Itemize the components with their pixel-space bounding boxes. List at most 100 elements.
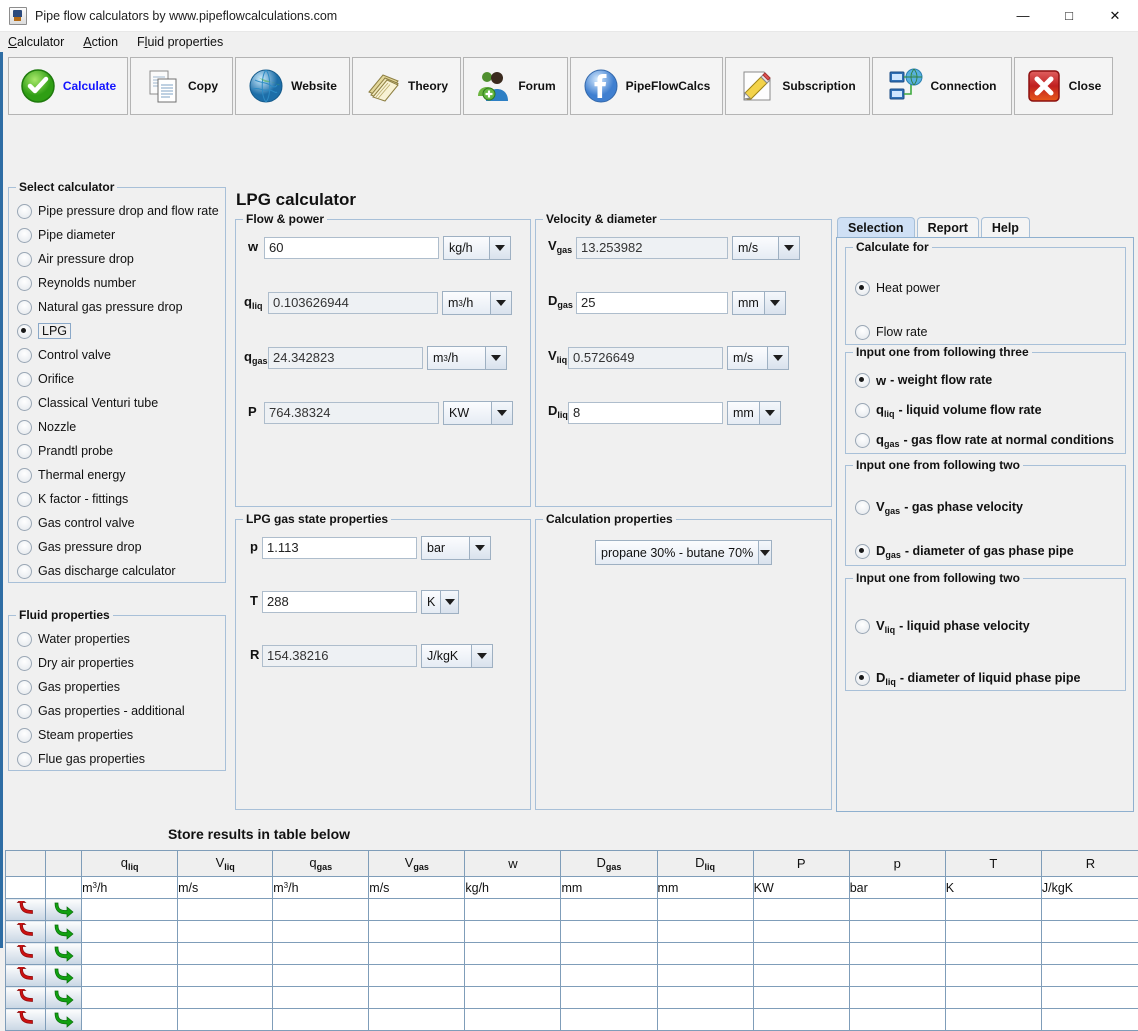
- input-q-liq[interactable]: 0.103626944: [268, 292, 438, 314]
- table-cell[interactable]: [178, 965, 273, 987]
- table-cell[interactable]: [561, 899, 657, 921]
- input-t[interactable]: 288: [262, 591, 417, 613]
- radio-pipe-diameter[interactable]: Pipe diameter: [17, 223, 221, 247]
- table-cell[interactable]: [945, 965, 1041, 987]
- radio-lpg[interactable]: LPG: [17, 319, 221, 343]
- menu-fluid-properties[interactable]: Fluid properties: [137, 35, 223, 49]
- toolbar-close-button[interactable]: Close: [1014, 57, 1113, 115]
- table-cell[interactable]: [1041, 1009, 1138, 1031]
- unit-select-v-gas[interactable]: m/s: [732, 236, 800, 260]
- table-cell[interactable]: [753, 965, 849, 987]
- radio-nozzle[interactable]: Nozzle: [17, 415, 221, 439]
- unit-select-w[interactable]: kg/h: [443, 236, 511, 260]
- table-cell[interactable]: [465, 899, 561, 921]
- input-p[interactable]: 1.113: [262, 537, 417, 559]
- unit-select-d-gas[interactable]: mm: [732, 291, 786, 315]
- table-cell[interactable]: [273, 987, 369, 1009]
- radio-gas-pressure-drop[interactable]: Gas pressure drop: [17, 535, 221, 559]
- radio-reynolds-number[interactable]: Reynolds number: [17, 271, 221, 295]
- table-cell[interactable]: [82, 943, 178, 965]
- table-cell[interactable]: [753, 1009, 849, 1031]
- table-cell[interactable]: [1041, 921, 1138, 943]
- radio-d-liq-diameter-of-liquid-phase-pipe[interactable]: Dliq- diameter of liquid phase pipe: [855, 652, 1121, 704]
- toolbar-pipeflowcalcs-button[interactable]: PipeFlowCalcs: [570, 57, 723, 115]
- restore-row-button[interactable]: [6, 1009, 46, 1031]
- radio-gas-discharge-calculator[interactable]: Gas discharge calculator: [17, 559, 221, 583]
- table-cell[interactable]: [178, 943, 273, 965]
- table-cell[interactable]: [753, 921, 849, 943]
- radio-steam-properties[interactable]: Steam properties: [17, 723, 221, 747]
- table-cell[interactable]: [849, 899, 945, 921]
- radio-d-gas-diameter-of-gas-phase-pipe[interactable]: Dgas- diameter of gas phase pipe: [855, 529, 1121, 573]
- store-row-button[interactable]: [46, 921, 82, 943]
- radio-dry-air-properties[interactable]: Dry air properties: [17, 651, 221, 675]
- table-cell[interactable]: [465, 943, 561, 965]
- table-cell[interactable]: [178, 899, 273, 921]
- toolbar-copy-button[interactable]: Copy: [130, 57, 233, 115]
- radio-v-liq-liquid-phase-velocity[interactable]: Vliq- liquid phase velocity: [855, 600, 1121, 652]
- unit-select-d-liq[interactable]: mm: [727, 401, 781, 425]
- table-cell[interactable]: [945, 987, 1041, 1009]
- radio-flue-gas-properties[interactable]: Flue gas properties: [17, 747, 221, 771]
- unit-select-v-liq[interactable]: m/s: [727, 346, 789, 370]
- table-cell[interactable]: [561, 943, 657, 965]
- radio-thermal-energy[interactable]: Thermal energy: [17, 463, 221, 487]
- unit-select-r[interactable]: J/kgK: [421, 644, 493, 668]
- table-cell[interactable]: [178, 1009, 273, 1031]
- table-cell[interactable]: [369, 1009, 465, 1031]
- table-cell[interactable]: [369, 943, 465, 965]
- radio-gas-properties-additional[interactable]: Gas properties - additional: [17, 699, 221, 723]
- menu-action[interactable]: Action: [83, 35, 118, 49]
- table-cell[interactable]: [82, 987, 178, 1009]
- table-cell[interactable]: [945, 899, 1041, 921]
- restore-row-button[interactable]: [6, 943, 46, 965]
- table-cell[interactable]: [657, 921, 753, 943]
- table-cell[interactable]: [178, 921, 273, 943]
- table-cell[interactable]: [849, 965, 945, 987]
- input-p[interactable]: 764.38324: [264, 402, 439, 424]
- table-cell[interactable]: [273, 965, 369, 987]
- restore-row-button[interactable]: [6, 965, 46, 987]
- radio-gas-properties[interactable]: Gas properties: [17, 675, 221, 699]
- close-window-button[interactable]: ✕: [1092, 0, 1138, 31]
- toolbar-theory-button[interactable]: Theory: [352, 57, 461, 115]
- table-cell[interactable]: [657, 943, 753, 965]
- input-v-liq[interactable]: 0.5726649: [568, 347, 723, 369]
- table-cell[interactable]: [945, 921, 1041, 943]
- table-cell[interactable]: [1041, 899, 1138, 921]
- radio-air-pressure-drop[interactable]: Air pressure drop: [17, 247, 221, 271]
- table-cell[interactable]: [657, 965, 753, 987]
- toolbar-connection-button[interactable]: Connection: [872, 57, 1012, 115]
- table-cell[interactable]: [273, 1009, 369, 1031]
- table-cell[interactable]: [753, 899, 849, 921]
- radio-water-properties[interactable]: Water properties: [17, 627, 221, 651]
- table-cell[interactable]: [82, 965, 178, 987]
- table-cell[interactable]: [465, 987, 561, 1009]
- radio-pipe-pressure-drop-and-flow-rate[interactable]: Pipe pressure drop and flow rate: [17, 199, 221, 223]
- minimize-button[interactable]: —: [1000, 0, 1046, 31]
- radio-natural-gas-pressure-drop[interactable]: Natural gas pressure drop: [17, 295, 221, 319]
- table-cell[interactable]: [1041, 987, 1138, 1009]
- restore-row-button[interactable]: [6, 987, 46, 1009]
- table-cell[interactable]: [1041, 965, 1138, 987]
- store-row-button[interactable]: [46, 1009, 82, 1031]
- radio-w-weight-flow-rate[interactable]: w- weight flow rate: [855, 365, 1121, 395]
- toolbar-calculate-button[interactable]: Calculate: [8, 57, 128, 115]
- unit-select-q-gas[interactable]: m3/h: [427, 346, 507, 370]
- table-cell[interactable]: [561, 921, 657, 943]
- maximize-button[interactable]: □: [1046, 0, 1092, 31]
- tab-selection[interactable]: Selection: [837, 217, 915, 238]
- tab-report[interactable]: Report: [917, 217, 979, 238]
- unit-select-p[interactable]: KW: [443, 401, 513, 425]
- table-cell[interactable]: [465, 921, 561, 943]
- table-cell[interactable]: [82, 1009, 178, 1031]
- radio-prandtl-probe[interactable]: Prandtl probe: [17, 439, 221, 463]
- table-cell[interactable]: [1041, 943, 1138, 965]
- unit-select-t[interactable]: K: [421, 590, 459, 614]
- unit-select-p[interactable]: bar: [421, 536, 491, 560]
- table-cell[interactable]: [753, 943, 849, 965]
- table-cell[interactable]: [465, 965, 561, 987]
- table-cell[interactable]: [945, 943, 1041, 965]
- store-row-button[interactable]: [46, 965, 82, 987]
- table-cell[interactable]: [465, 1009, 561, 1031]
